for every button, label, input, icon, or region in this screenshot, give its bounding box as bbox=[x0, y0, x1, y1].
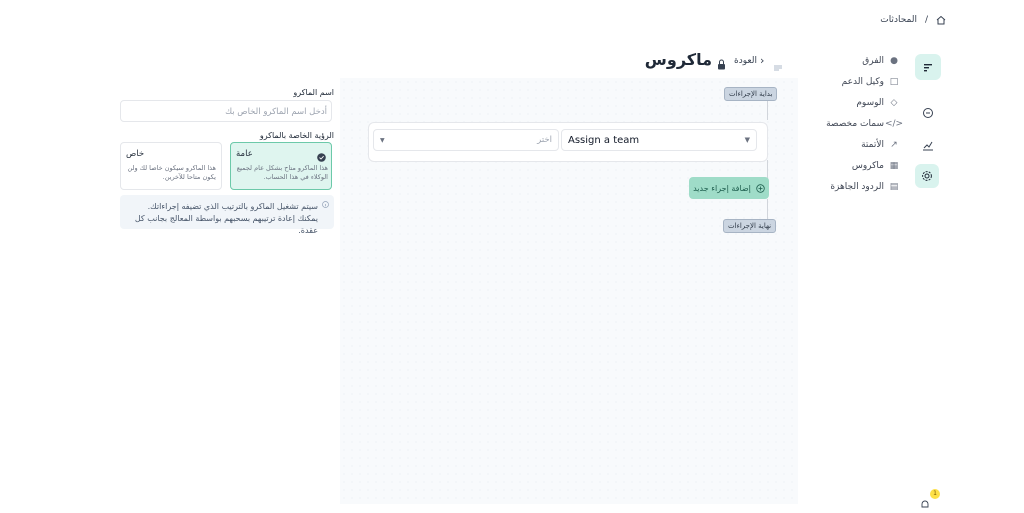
back-label: العودة bbox=[734, 55, 757, 66]
icon-rail bbox=[910, 44, 946, 504]
connector-line bbox=[767, 100, 768, 120]
reports-icon[interactable] bbox=[915, 132, 941, 158]
sidebar-item-tags[interactable]: ◇ الوسوم bbox=[856, 94, 898, 112]
visibility-label: الرؤية الخاصة بالماكرو bbox=[259, 131, 334, 140]
menu-icon[interactable] bbox=[774, 57, 782, 76]
sidebar-item-label: الردود الجاهزة bbox=[830, 182, 884, 192]
private-description: هذا الماكرو سيكون خاصا لك ولن يكون متاحا… bbox=[127, 164, 216, 181]
sidebar-item-label: الأتمتة bbox=[861, 140, 884, 150]
sidebar-item-label: الفرق bbox=[862, 56, 884, 66]
actions-start-tag: بداية الإجراءات bbox=[724, 87, 778, 101]
breadcrumb-current[interactable]: المحادثات bbox=[880, 15, 917, 25]
connector-line bbox=[767, 199, 768, 219]
sidebar-item-label: الوسوم bbox=[856, 98, 884, 108]
breadcrumb: / المحادثات bbox=[880, 15, 946, 25]
sidebar-item-teams[interactable]: ● الفرق bbox=[862, 52, 898, 70]
public-description: هذا الماكرو متاح بشكل عام لجميع الوكلاء … bbox=[236, 164, 328, 181]
sidebar-item-agent[interactable]: □ وكيل الدعم bbox=[841, 73, 899, 91]
action-value-select[interactable]: ▼ اختر bbox=[373, 129, 559, 151]
agent-icon: □ bbox=[889, 77, 899, 87]
tag-icon: ◇ bbox=[890, 98, 898, 108]
sidebar-item-macros[interactable]: ▦ ماكروس bbox=[852, 157, 898, 175]
plus-circle-icon bbox=[756, 183, 765, 193]
add-action-label: إضافة إجراء جديد bbox=[693, 183, 751, 193]
connector-line bbox=[767, 160, 768, 178]
sidebar-item-label: سمات مخصصة bbox=[826, 119, 884, 129]
logo-icon[interactable] bbox=[915, 54, 941, 80]
chevron-down-icon: ▼ bbox=[744, 136, 750, 144]
info-note-text: سيتم تشغيل الماكرو بالترتيب الذي تضيفه إ… bbox=[134, 202, 318, 235]
settings-sidebar: ● الفرق □ وكيل الدعم ◇ الوسوم </> سمات م… bbox=[800, 44, 908, 504]
breadcrumb-separator: / bbox=[924, 15, 928, 25]
settings-icon[interactable] bbox=[915, 164, 939, 188]
chevron-down-icon: ▼ bbox=[380, 136, 385, 144]
action-node[interactable]: ▼ Assign a team ▼ اختر bbox=[368, 122, 768, 162]
action-type-select[interactable]: ▼ Assign a team bbox=[561, 129, 757, 151]
automation-icon: ↗ bbox=[890, 140, 898, 150]
macro-name-input[interactable]: أدخل اسم الماكرو الخاص بك bbox=[120, 100, 332, 122]
action-value-placeholder: اختر bbox=[537, 135, 552, 145]
lock-icon bbox=[717, 55, 726, 74]
back-button[interactable]: العودة › bbox=[734, 54, 764, 67]
notification-badge: 1 bbox=[930, 489, 940, 499]
chat-icon[interactable] bbox=[915, 100, 941, 126]
home-icon[interactable] bbox=[936, 15, 946, 25]
sidebar-item-automation[interactable]: ↗ الأتمتة bbox=[861, 136, 898, 154]
info-icon bbox=[322, 200, 329, 212]
private-title: خاص bbox=[126, 149, 145, 159]
visibility-private-option[interactable]: خاص هذا الماكرو سيكون خاصا لك ولن يكون م… bbox=[120, 142, 222, 190]
page-title: ماكروس bbox=[644, 50, 712, 69]
teams-icon: ● bbox=[890, 56, 898, 66]
sidebar-item-attributes[interactable]: </> سمات مخصصة bbox=[826, 115, 904, 133]
sidebar-item-label: وكيل الدعم bbox=[841, 77, 884, 87]
add-action-button[interactable]: إضافة إجراء جديد bbox=[689, 177, 769, 199]
sidebar-item-label: ماكروس bbox=[851, 161, 884, 171]
attributes-icon: </> bbox=[884, 119, 904, 129]
action-type-value: Assign a team bbox=[568, 134, 640, 146]
visibility-public-option[interactable]: عامة هذا الماكرو متاح بشكل عام لجميع الو… bbox=[230, 142, 332, 190]
chevron-right-icon: › bbox=[759, 54, 765, 67]
public-title: عامة bbox=[236, 149, 253, 159]
sidebar-item-canned[interactable]: ▤ الردود الجاهزة bbox=[830, 178, 898, 196]
actions-end-tag: نهاية الإجراءات bbox=[723, 219, 777, 233]
macro-name-label: اسم الماكرو bbox=[293, 88, 334, 97]
macros-icon: ▦ bbox=[889, 161, 899, 171]
canned-icon: ▤ bbox=[889, 182, 899, 192]
info-note: سيتم تشغيل الماكرو بالترتيب الذي تضيفه إ… bbox=[120, 195, 334, 235]
